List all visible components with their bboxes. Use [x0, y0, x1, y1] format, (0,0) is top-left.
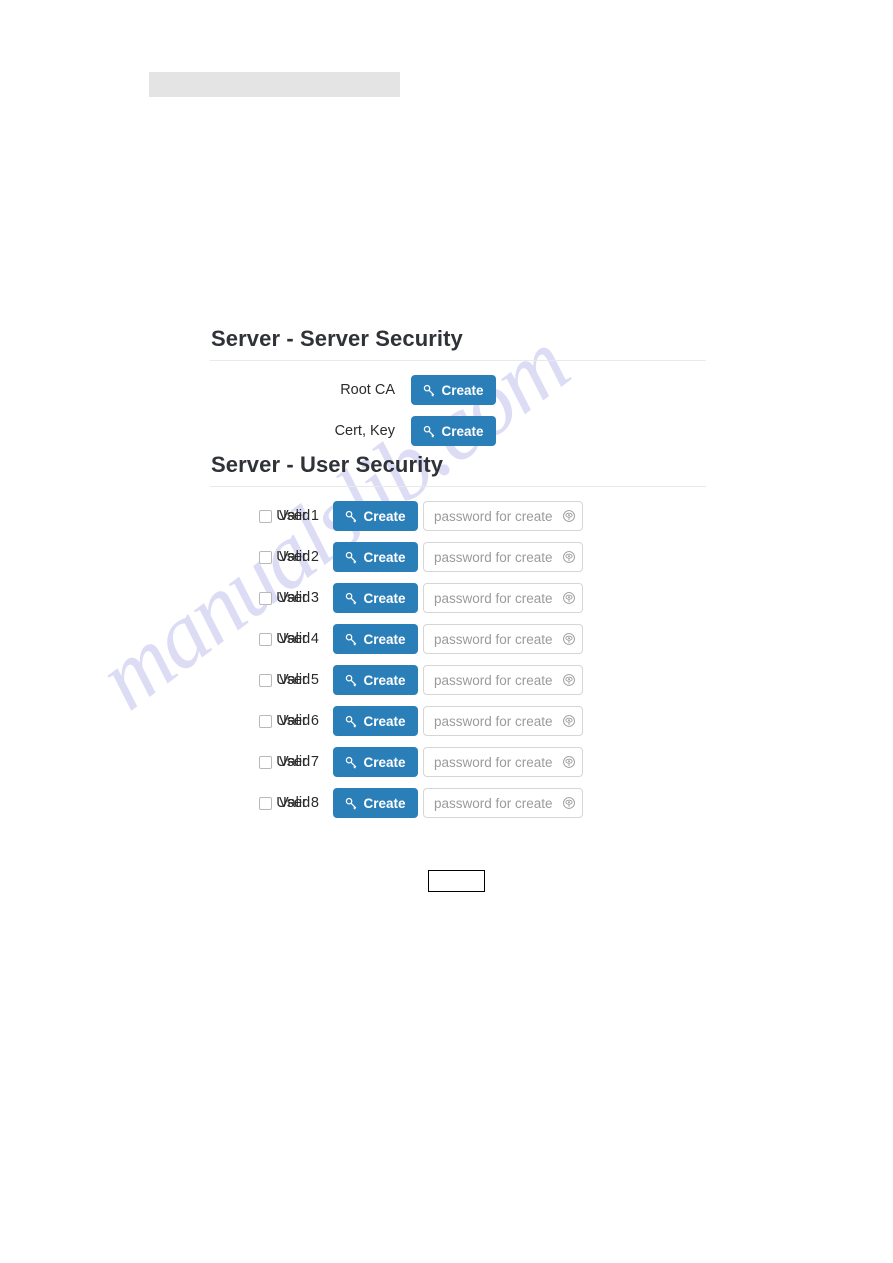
section-user-security: Server - User Security User 1 Valid Crea… — [210, 452, 706, 818]
table-row: User 8 Valid Create — [210, 788, 706, 818]
table-row: User 6 Valid Create — [210, 706, 706, 736]
create-user-3-button[interactable]: Create — [333, 583, 418, 613]
create-user-8-button[interactable]: Create — [333, 788, 418, 818]
valid-cell-user-5: Valid — [259, 672, 333, 688]
submit-button[interactable] — [428, 870, 485, 892]
valid-cell-user-3: Valid — [259, 590, 333, 606]
key-icon — [345, 756, 358, 769]
eye-circle-icon[interactable] — [556, 707, 582, 735]
valid-checkbox-user-4[interactable] — [259, 632, 272, 646]
create-user-3-label: Create — [363, 590, 406, 606]
key-icon — [423, 384, 436, 397]
create-user-6-label: Create — [363, 713, 406, 729]
key-icon — [345, 797, 358, 810]
password-input-user-6[interactable] — [424, 713, 556, 729]
table-row: User 4 Valid Create — [210, 624, 706, 654]
key-icon — [345, 633, 358, 646]
create-cert-key-label: Create — [441, 423, 484, 439]
section-title-user-security: Server - User Security — [210, 452, 706, 487]
user-security-rows: User 1 Valid Create password for create … — [210, 501, 706, 818]
valid-cell-user-8: Valid — [259, 795, 333, 811]
create-user-7-button[interactable]: Create — [333, 747, 418, 777]
section-title-server-security: Server - Server Security — [210, 326, 706, 361]
eye-circle-icon[interactable] — [556, 666, 582, 694]
section-server-security: Server - Server Security Root CA Create — [210, 326, 706, 446]
valid-label-user-3: Valid — [279, 590, 311, 606]
row-cert-key: Cert, Key Create — [210, 416, 706, 446]
password-input-user-7[interactable] — [424, 754, 556, 770]
password-field-user-6[interactable] — [423, 706, 583, 736]
valid-label-user-5: Valid — [279, 672, 311, 688]
create-user-1-label: Create — [363, 508, 406, 524]
password-field-user-5[interactable] — [423, 665, 583, 695]
valid-cell-user-1: Valid — [259, 508, 333, 524]
password-input-user-5[interactable] — [424, 672, 556, 688]
valid-label-user-7: Valid — [279, 754, 311, 770]
valid-label-user-2: Valid — [279, 549, 311, 565]
server-security-rows: Root CA Create Cert, Key Create — [210, 375, 706, 446]
table-row: User 7 Valid Create — [210, 747, 706, 777]
key-icon — [423, 425, 436, 438]
valid-cell-user-6: Valid — [259, 713, 333, 729]
key-icon — [345, 510, 358, 523]
create-root-ca-button[interactable]: Create — [411, 375, 496, 405]
create-user-8-label: Create — [363, 795, 406, 811]
valid-label-user-8: Valid — [279, 795, 311, 811]
password-field-user-4[interactable] — [423, 624, 583, 654]
create-user-7-label: Create — [363, 754, 406, 770]
create-user-5-button[interactable]: Create — [333, 665, 418, 695]
eye-circle-icon[interactable] — [556, 502, 582, 530]
create-user-4-button[interactable]: Create — [333, 624, 418, 654]
valid-label-user-6: Valid — [279, 713, 311, 729]
top-gray-bar — [149, 72, 400, 97]
password-input-user-1[interactable] — [424, 508, 556, 524]
eye-circle-icon[interactable] — [556, 543, 582, 571]
key-icon — [345, 715, 358, 728]
eye-circle-icon[interactable] — [556, 789, 582, 817]
valid-checkbox-user-1[interactable] — [259, 509, 272, 523]
valid-checkbox-user-6[interactable] — [259, 714, 272, 728]
valid-checkbox-user-5[interactable] — [259, 673, 272, 687]
valid-checkbox-user-7[interactable] — [259, 755, 272, 769]
password-field-user-7[interactable] — [423, 747, 583, 777]
password-field-user-3[interactable] — [423, 583, 583, 613]
eye-circle-icon[interactable] — [556, 584, 582, 612]
password-input-user-4[interactable] — [424, 631, 556, 647]
create-user-4-label: Create — [363, 631, 406, 647]
password-field-user-1[interactable] — [423, 501, 583, 531]
password-field-user-2[interactable] — [423, 542, 583, 572]
valid-checkbox-user-8[interactable] — [259, 796, 272, 810]
valid-label-user-4: Valid — [279, 631, 311, 647]
create-user-6-button[interactable]: Create — [333, 706, 418, 736]
row-root-ca: Root CA Create — [210, 375, 706, 405]
create-root-ca-label: Create — [441, 382, 484, 398]
create-user-1-button[interactable]: Create — [333, 501, 418, 531]
valid-cell-user-2: Valid — [259, 549, 333, 565]
create-user-5-label: Create — [363, 672, 406, 688]
key-icon — [345, 674, 358, 687]
table-row: User 5 Valid Create — [210, 665, 706, 695]
password-input-user-2[interactable] — [424, 549, 556, 565]
valid-checkbox-user-3[interactable] — [259, 591, 272, 605]
password-input-user-3[interactable] — [424, 590, 556, 606]
eye-circle-icon[interactable] — [556, 625, 582, 653]
row-label-root-ca: Root CA — [340, 382, 395, 398]
valid-cell-user-7: Valid — [259, 754, 333, 770]
eye-circle-icon[interactable] — [556, 748, 582, 776]
create-user-2-button[interactable]: Create — [333, 542, 418, 572]
password-input-user-8[interactable] — [424, 795, 556, 811]
create-user-2-label: Create — [363, 549, 406, 565]
table-row: User 3 Valid Create — [210, 583, 706, 613]
table-row: User 1 Valid Create — [210, 501, 706, 531]
create-cert-key-button[interactable]: Create — [411, 416, 496, 446]
password-field-user-8[interactable] — [423, 788, 583, 818]
row-label-cert-key: Cert, Key — [334, 423, 395, 439]
key-icon — [345, 592, 358, 605]
table-row: User 2 Valid Create — [210, 542, 706, 572]
valid-checkbox-user-2[interactable] — [259, 550, 272, 564]
valid-label-user-1: Valid — [279, 508, 311, 524]
key-icon — [345, 551, 358, 564]
valid-cell-user-4: Valid — [259, 631, 333, 647]
